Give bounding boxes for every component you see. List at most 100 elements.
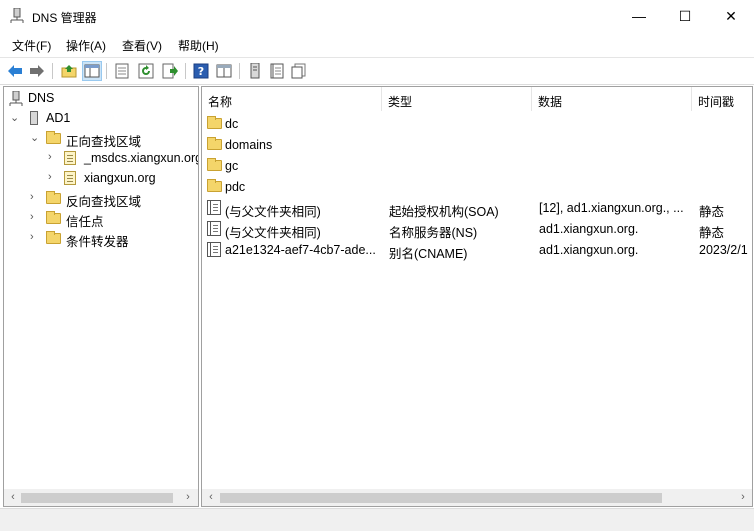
properties-icon[interactable] xyxy=(112,61,132,81)
maximize-button[interactable]: ☐ xyxy=(662,0,708,32)
title-bar: DNS 管理器 — ☐ ✕ xyxy=(0,0,754,32)
up-folder-icon[interactable] xyxy=(59,61,79,81)
list-horizontal-scrollbar[interactable]: ‹ › xyxy=(202,489,752,506)
tree-item-forward-zones[interactable]: ⌄ 正向查找区域 xyxy=(4,128,198,149)
folder-icon xyxy=(207,179,223,194)
tree-item-reverse-zones[interactable]: › 反向查找区域 xyxy=(4,188,198,209)
table-row[interactable]: pdc xyxy=(202,176,752,197)
menu-bar: 文件(F) 操作(A) 查看(V) 帮助(H) xyxy=(0,34,754,56)
column-header-type[interactable]: 类型 xyxy=(382,87,532,111)
tree-item-ad1[interactable]: ⌄ AD1 xyxy=(4,108,198,128)
dns-icon xyxy=(9,90,25,106)
column-header-timestamp[interactable]: 时间戳 xyxy=(692,87,752,111)
chevron-right-icon[interactable]: › xyxy=(30,231,40,245)
record-icon xyxy=(207,200,223,215)
column-header-name[interactable]: 名称 xyxy=(202,87,382,111)
scroll-right-arrow[interactable]: › xyxy=(180,490,196,505)
cell-name: pdc xyxy=(225,180,246,194)
tree-label: xiangxun.org xyxy=(84,171,156,185)
toolbar-separator xyxy=(185,63,186,79)
toolbar-separator xyxy=(239,63,240,79)
dns-app-icon xyxy=(10,7,24,24)
table-row[interactable]: dc xyxy=(202,113,752,134)
status-bar xyxy=(0,508,754,531)
cell-data: [12], ad1.xiangxun.org., ... xyxy=(539,201,684,215)
zone-icon xyxy=(64,171,80,185)
table-row[interactable]: (与父文件夹相同) 名称服务器(NS) ad1.xiangxun.org. 静态 xyxy=(202,218,752,240)
toolbar-separator xyxy=(106,63,107,79)
chevron-right-icon[interactable]: › xyxy=(48,151,58,165)
record-icon xyxy=(207,242,223,257)
menu-file[interactable]: 文件(F) xyxy=(12,37,51,54)
tree-label: DNS xyxy=(28,91,55,105)
server-icon xyxy=(30,111,46,125)
tree-label: 条件转发器 xyxy=(66,235,129,249)
close-button[interactable]: ✕ xyxy=(708,0,754,32)
server-icon[interactable] xyxy=(245,61,265,81)
record-icon xyxy=(207,221,223,236)
refresh-icon[interactable] xyxy=(136,61,156,81)
tree-item-dns[interactable]: DNS xyxy=(4,88,198,108)
tree-item-trust-points[interactable]: › 信任点 xyxy=(4,208,198,229)
view-icon[interactable] xyxy=(214,61,234,81)
back-icon[interactable] xyxy=(5,61,25,81)
chevron-right-icon[interactable]: › xyxy=(30,211,40,225)
svg-text:?: ? xyxy=(198,65,204,78)
folder-icon xyxy=(207,158,223,173)
menu-view[interactable]: 查看(V) xyxy=(122,37,162,54)
column-label: 类型 xyxy=(388,95,413,109)
toolbar: ? xyxy=(0,57,754,85)
table-row[interactable]: a21e1324-aef7-4cb7-ade... 别名(CNAME) ad1.… xyxy=(202,239,752,261)
window-title: DNS 管理器 xyxy=(32,11,97,25)
tree-pane[interactable]: DNS ⌄ AD1 ⌄ 正向查找区域 › _msdcs.xiangxun.org… xyxy=(3,86,199,507)
table-row[interactable]: gc xyxy=(202,155,752,176)
zone-icon xyxy=(64,151,80,165)
toolbar-separator xyxy=(52,63,53,79)
table-row[interactable]: domains xyxy=(202,134,752,155)
cell-name: domains xyxy=(225,138,273,152)
chevron-right-icon[interactable]: › xyxy=(30,191,40,205)
show-hide-tree-icon[interactable] xyxy=(82,61,102,81)
scroll-thumb[interactable] xyxy=(220,493,662,503)
column-label: 名称 xyxy=(208,95,233,109)
cell-name: a21e1324-aef7-4cb7-ade... xyxy=(225,243,376,257)
scroll-right-arrow[interactable]: › xyxy=(735,490,751,505)
tree-label: _msdcs.xiangxun.org xyxy=(84,151,199,165)
forward-icon[interactable] xyxy=(27,61,47,81)
tree-label: AD1 xyxy=(46,111,71,125)
tree-horizontal-scrollbar[interactable]: ‹ › xyxy=(4,489,198,506)
tree-item-xiangxun[interactable]: › xiangxun.org xyxy=(4,168,198,188)
tree-item-msdcs[interactable]: › _msdcs.xiangxun.org xyxy=(4,148,198,168)
column-label: 时间戳 xyxy=(698,95,735,109)
scroll-left-arrow[interactable]: ‹ xyxy=(203,490,219,505)
menu-help[interactable]: 帮助(H) xyxy=(178,37,219,54)
cell-type: 别名(CNAME) xyxy=(389,247,468,261)
cell-name: gc xyxy=(225,159,239,173)
folder-icon xyxy=(46,231,62,245)
column-label: 数据 xyxy=(538,95,563,109)
folder-icon xyxy=(207,137,223,152)
chevron-down-icon[interactable]: ⌄ xyxy=(30,131,40,145)
table-row[interactable]: (与父文件夹相同) 起始授权机构(SOA) [12], ad1.xiangxun… xyxy=(202,197,752,219)
help-icon[interactable]: ? xyxy=(191,61,211,81)
cell-data: ad1.xiangxun.org. xyxy=(539,222,639,236)
records-list-pane[interactable]: 名称 类型 数据 时间戳 dc domains gc pdc (与父文件夹相同)… xyxy=(201,86,753,507)
scroll-thumb[interactable] xyxy=(21,493,173,503)
folder-icon xyxy=(46,211,62,225)
cell-timestamp: 2023/2/1 xyxy=(699,243,748,257)
records-icon[interactable] xyxy=(267,61,287,81)
column-header-data[interactable]: 数据 xyxy=(532,87,692,111)
tree-item-conditional-forwarders[interactable]: › 条件转发器 xyxy=(4,228,198,249)
cell-name: dc xyxy=(225,117,239,131)
folder-icon xyxy=(46,131,62,145)
chevron-down-icon[interactable]: ⌄ xyxy=(10,111,20,125)
scroll-left-arrow[interactable]: ‹ xyxy=(5,490,21,505)
folder-icon xyxy=(207,116,223,131)
cell-data: ad1.xiangxun.org. xyxy=(539,243,639,257)
copy-icon[interactable] xyxy=(289,61,309,81)
folder-icon xyxy=(46,191,62,205)
menu-action[interactable]: 操作(A) xyxy=(66,37,106,54)
export-list-icon[interactable] xyxy=(160,61,180,81)
minimize-button[interactable]: — xyxy=(616,0,662,32)
chevron-right-icon[interactable]: › xyxy=(48,171,58,185)
